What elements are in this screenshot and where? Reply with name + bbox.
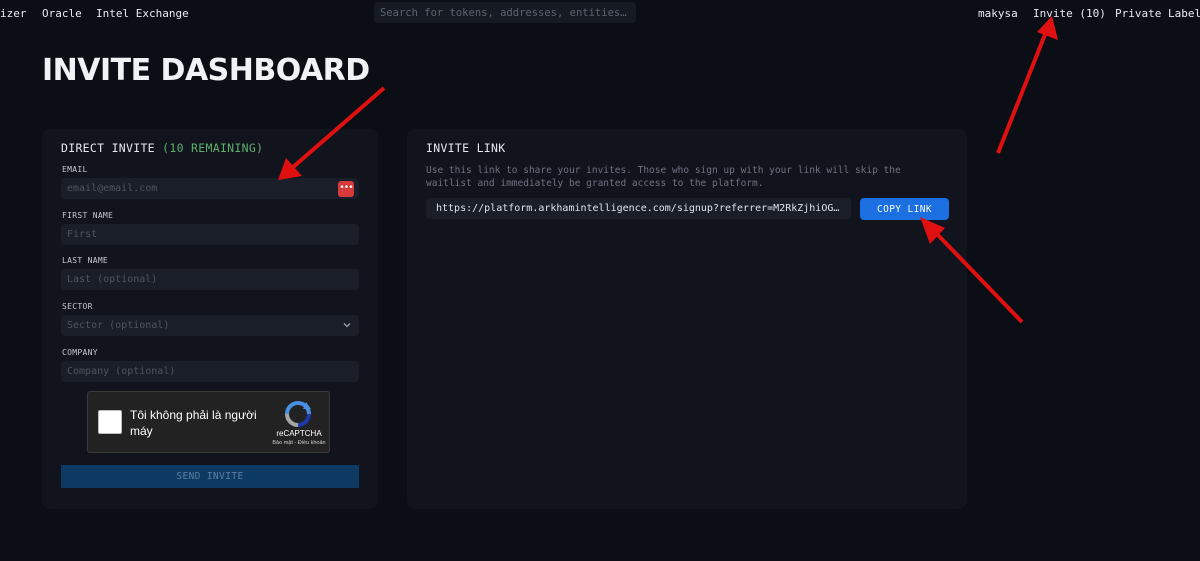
recaptcha-label: Tôi không phải là người máy [130, 408, 257, 438]
invite-link-description: Use this link to share your invites. Tho… [426, 165, 901, 189]
chevron-down-icon[interactable] [342, 320, 352, 330]
copy-link-button[interactable]: COPY LINK [860, 198, 949, 220]
email-label: EMAIL [62, 165, 88, 174]
recaptcha-logo-icon [285, 401, 311, 427]
recaptcha-links[interactable]: Bảo mật - Điều khoản [254, 440, 344, 446]
nav-link-visualizer[interactable]: izer [0, 7, 27, 20]
send-invite-button[interactable]: SEND INVITE [61, 465, 359, 488]
nav-link-private-labels[interactable]: Private Labels [1115, 7, 1200, 20]
search-input[interactable] [374, 2, 636, 23]
nav-link-user[interactable]: makysa [978, 7, 1018, 20]
direct-invite-heading: DIRECT INVITE (10 REMAINING) [61, 141, 263, 155]
last-name-label: LAST NAME [62, 256, 109, 265]
first-name-label: FIRST NAME [62, 211, 114, 220]
annotation-arrow-invite [996, 16, 1058, 154]
direct-invite-title: DIRECT INVITE [61, 141, 155, 155]
first-name-field[interactable] [61, 224, 359, 245]
nav-link-intel-exchange[interactable]: Intel Exchange [96, 7, 189, 20]
nav-link-invite[interactable]: Invite (10) [1033, 7, 1106, 20]
invite-link-heading: INVITE LINK [426, 141, 506, 155]
email-field[interactable] [61, 178, 359, 199]
password-manager-icon[interactable]: ••• [338, 181, 354, 197]
sector-label: SECTOR [62, 302, 93, 311]
remaining-count: (10 REMAINING) [162, 141, 264, 155]
recaptcha-checkbox[interactable] [98, 410, 122, 434]
invite-link-url[interactable]: https://platform.arkhamintelligence.com/… [426, 198, 851, 219]
sector-select[interactable] [61, 315, 359, 336]
nav-link-oracle[interactable]: Oracle [42, 7, 82, 20]
last-name-field[interactable] [61, 269, 359, 290]
invite-link-card: INVITE LINK Use this link to share your … [407, 129, 967, 509]
company-field[interactable] [61, 361, 359, 382]
top-nav: izer Oracle Intel Exchange makysa Invite… [0, 0, 1200, 26]
recaptcha-widget: Tôi không phải là người máy reCAPTCHA Bả… [87, 391, 330, 453]
page-title: INVITE DASHBOARD [42, 53, 370, 88]
recaptcha-brand: reCAPTCHA [276, 429, 322, 438]
direct-invite-card: DIRECT INVITE (10 REMAINING) EMAIL ••• F… [42, 129, 378, 509]
company-label: COMPANY [62, 348, 98, 357]
